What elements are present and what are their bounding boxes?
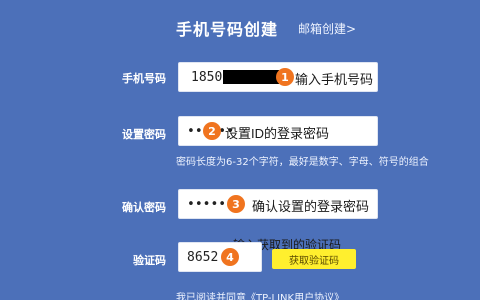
step-4-badge: 4 — [221, 248, 239, 266]
verification-code-value: 8652 — [187, 250, 219, 265]
get-verification-code-button[interactable]: 获取验证码 — [272, 249, 356, 269]
password-hint: 密码长度为6-32个字符，最好是数字、字母、符号的组合 — [176, 157, 429, 168]
password-label: 设置密码 — [122, 128, 166, 141]
verification-code-field[interactable]: 8652 4 — [178, 242, 262, 272]
verification-code-label: 验证码 — [133, 254, 166, 267]
confirm-password-annotation: 确认设置的登录密码 — [252, 199, 370, 214]
agreement-text[interactable]: 我已阅读并同意《TP-LINK用户协议》 — [176, 289, 344, 300]
page-title: 手机号码创建 — [176, 20, 279, 39]
confirm-password-label: 确认密码 — [122, 201, 166, 214]
password-annotation: 设置ID的登录密码 — [225, 126, 330, 141]
phone-field[interactable]: 1850 1 输入手机号码 — [178, 62, 378, 92]
step-2-badge: 2 — [203, 122, 221, 140]
password-field[interactable]: •••••• 2 设置ID的登录密码 — [178, 116, 378, 146]
masked-phone-digits — [223, 70, 279, 84]
email-create-link[interactable]: 邮箱创建> — [298, 20, 356, 37]
step-3-badge: 3 — [227, 195, 245, 213]
step-1-badge: 1 — [276, 68, 294, 86]
phone-label: 手机号码 — [122, 72, 166, 85]
phone-value: 1850 — [191, 70, 223, 85]
phone-annotation: 输入手机号码 — [295, 72, 374, 87]
confirm-password-field[interactable]: •••••• 3 确认设置的登录密码 — [178, 189, 378, 219]
